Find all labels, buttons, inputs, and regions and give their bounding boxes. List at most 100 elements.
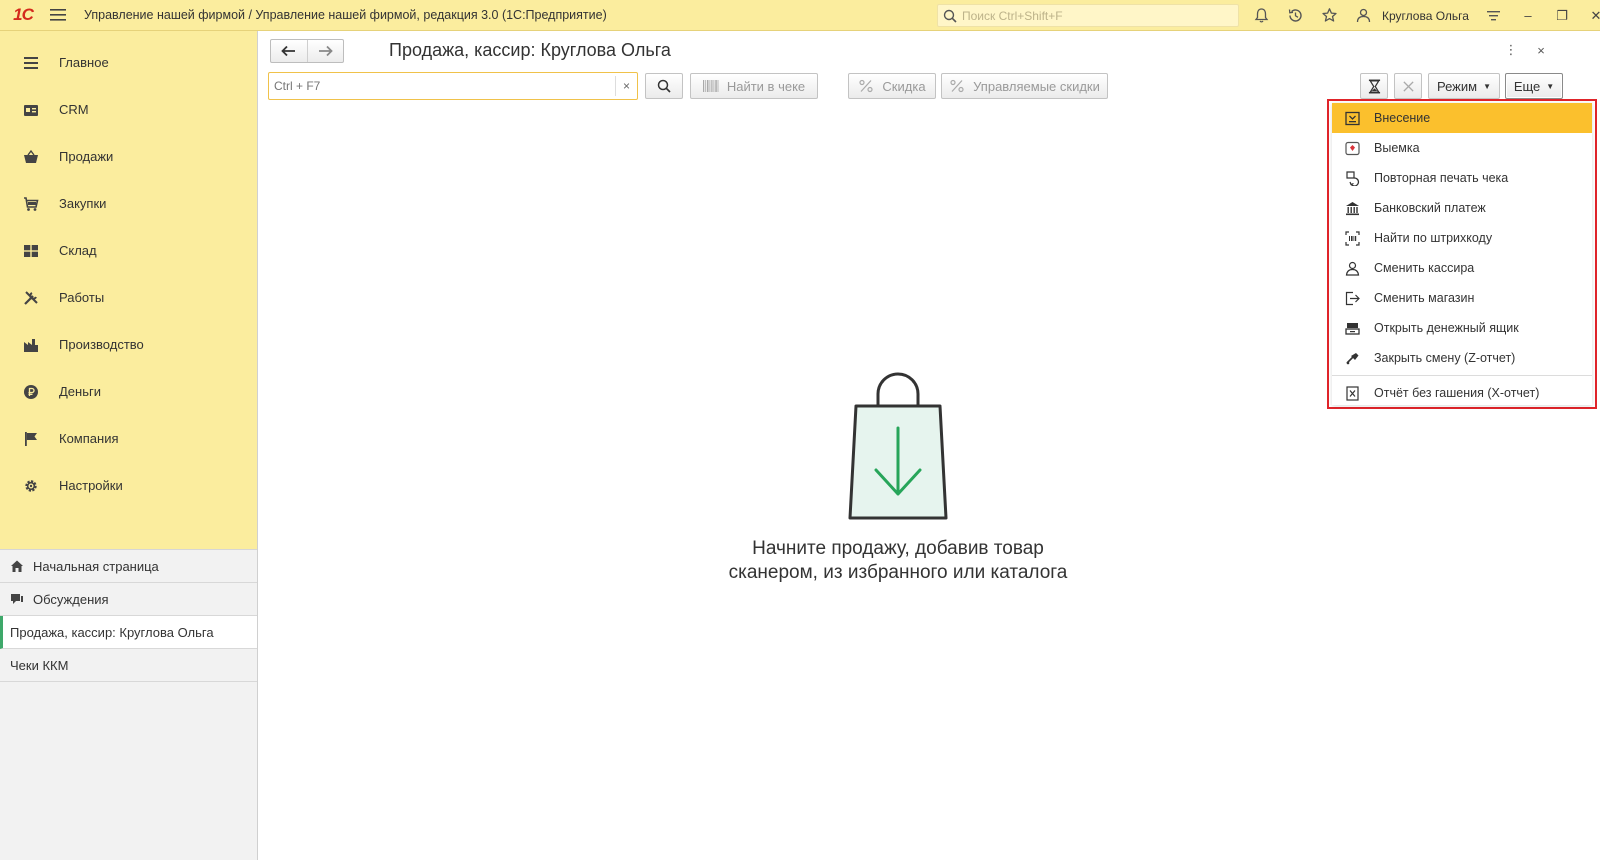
sidebar-item-warehouse[interactable]: Склад (0, 227, 257, 274)
sidebar-item-label: Продажи (59, 149, 114, 164)
app-title: Управление нашей фирмой / Управление наш… (84, 8, 607, 22)
product-search-field[interactable]: × (268, 72, 638, 100)
x-report-icon (1344, 385, 1360, 401)
find-in-check-button[interactable]: Найти в чеке (690, 73, 818, 99)
menu-item-label: Повторная печать чека (1374, 171, 1509, 185)
shopping-bag-icon (848, 372, 948, 520)
open-window-label: Обсуждения (33, 591, 109, 607)
sidebar-item-works[interactable]: Работы (0, 274, 257, 321)
menu-item-open-cash-drawer[interactable]: Открыть денежный ящик (1332, 313, 1592, 343)
top-bar: 1С Управление нашей фирмой / Управление … (0, 0, 1600, 31)
chat-icon (10, 592, 25, 607)
menu-divider (1332, 375, 1592, 376)
menu-item-deposit[interactable]: Внесение (1332, 103, 1592, 133)
menu-item-reprint[interactable]: Повторная печать чека (1332, 163, 1592, 193)
cross-icon (1402, 80, 1414, 92)
restore-button[interactable]: ❐ (1545, 0, 1579, 31)
history-icon[interactable] (1278, 0, 1312, 31)
flag-icon (22, 430, 40, 448)
open-window-label: Продажа, кассир: Круглова Ольга (10, 624, 214, 640)
sidebar-item-label: Главное (59, 55, 109, 70)
sidebar-item-company[interactable]: Компания (0, 415, 257, 462)
bank-icon (1344, 200, 1360, 216)
sidebar-item-purchases[interactable]: Закупки (0, 180, 257, 227)
menu-item-close-shift[interactable]: Закрыть смену (Z-отчет) (1332, 343, 1592, 373)
percent-icon (949, 79, 965, 93)
window-close-button[interactable]: ✕ (1579, 0, 1600, 31)
menu-item-find-barcode[interactable]: Найти по штрихкоду (1332, 223, 1592, 253)
empty-state-line1: Начните продажу, добавив товар (752, 538, 1044, 559)
deferred-check-button[interactable] (1360, 73, 1388, 99)
menu-item-label: Отчёт без гашения (X-отчет) (1374, 386, 1540, 400)
close-shift-icon (1344, 350, 1360, 366)
discount-label: Скидка (882, 78, 926, 94)
open-window-label: Начальная страница (33, 558, 159, 574)
barcode-icon (702, 79, 719, 93)
open-window-discussions[interactable]: Обсуждения (0, 583, 257, 616)
ruble-icon (22, 383, 40, 401)
page-title: Продажа, кассир: Круглова Ольга (389, 40, 671, 60)
crm-card-icon (22, 101, 40, 119)
barcode-scan-icon (1344, 230, 1360, 246)
menu-item-withdrawal[interactable]: Выемка (1332, 133, 1592, 163)
global-search-placeholder: Поиск Ctrl+Shift+F (962, 8, 1063, 23)
arrow-right-icon (318, 45, 333, 57)
main-menu-icon[interactable] (46, 0, 70, 31)
hourglass-icon (1368, 79, 1380, 93)
menu-item-label: Внесение (1374, 111, 1431, 125)
person-icon (1344, 260, 1360, 276)
mode-label: Режим (1436, 78, 1478, 94)
more-button[interactable]: Еще ▼ (1505, 73, 1563, 99)
sidebar-item-sales[interactable]: Продажи (0, 133, 257, 180)
star-icon[interactable] (1312, 0, 1346, 31)
sidebar-item-money[interactable]: Деньги (0, 368, 257, 415)
sidebar-item-label: Производство (59, 337, 144, 352)
cash-drawer-icon (1344, 320, 1360, 336)
open-window-sale-active[interactable]: Продажа, кассир: Круглова Ольга (0, 616, 257, 649)
sidebar-item-crm[interactable]: CRM (0, 86, 257, 133)
open-window-receipts[interactable]: Чеки ККМ (0, 649, 257, 682)
menu-item-label: Сменить кассира (1374, 261, 1475, 275)
form-close-button[interactable]: × (1531, 40, 1551, 60)
sidebar-item-settings[interactable]: Настройки (0, 462, 257, 509)
cancel-check-button[interactable] (1394, 73, 1422, 99)
current-user-name[interactable]: Круглова Ольга (1382, 9, 1469, 23)
find-in-check-label: Найти в чеке (726, 78, 806, 94)
global-search-input[interactable]: Поиск Ctrl+Shift+F (937, 4, 1239, 27)
back-button[interactable] (271, 40, 307, 62)
bell-icon[interactable] (1244, 0, 1278, 31)
more-dropdown-menu: Внесение Выемка Повторная печать чека Ба… (1327, 99, 1597, 409)
mode-button[interactable]: Режим ▼ (1428, 73, 1500, 99)
menu-item-label: Открыть денежный ящик (1374, 321, 1519, 335)
withdrawal-icon (1344, 140, 1360, 156)
chevron-down-icon: ▼ (1546, 81, 1555, 91)
product-search-input[interactable] (269, 73, 609, 99)
discount-button[interactable]: Скидка (848, 73, 936, 99)
warehouse-grid-icon (22, 242, 40, 260)
form-more-icon[interactable]: ⋮ (1501, 40, 1521, 60)
sidebar-item-label: Склад (59, 243, 97, 258)
forward-button[interactable] (306, 40, 344, 62)
gear-icon (22, 477, 40, 495)
sidebar-item-label: CRM (59, 102, 89, 117)
sidebar-item-label: Компания (59, 431, 119, 446)
sidebar-item-main[interactable]: Главное (0, 39, 257, 86)
menu-lines-icon (22, 54, 40, 72)
menu-item-x-report[interactable]: Отчёт без гашения (X-отчет) (1332, 378, 1592, 408)
reprint-icon (1344, 170, 1360, 186)
sidebar-item-label: Работы (59, 290, 105, 305)
menu-item-label: Сменить магазин (1374, 291, 1475, 305)
menu-item-change-cashier[interactable]: Сменить кассира (1332, 253, 1592, 283)
menu-item-change-store[interactable]: Сменить магазин (1332, 283, 1592, 313)
minimize-button[interactable]: – (1511, 0, 1545, 31)
sidebar-item-production[interactable]: Производство (0, 321, 257, 368)
managed-discounts-button[interactable]: Управляемые скидки (941, 73, 1108, 99)
open-window-home[interactable]: Начальная страница (0, 550, 257, 583)
search-button[interactable] (645, 73, 683, 99)
menu-item-label: Банковский платеж (1374, 201, 1486, 215)
user-icon[interactable] (1346, 0, 1380, 31)
clear-input-button[interactable]: × (615, 76, 637, 96)
menu-item-bank-payment[interactable]: Банковский платеж (1332, 193, 1592, 223)
sidebar: Главное CRM Продажи Закупки Склад Работы… (0, 31, 258, 860)
settings-lines-icon[interactable] (1477, 0, 1511, 31)
